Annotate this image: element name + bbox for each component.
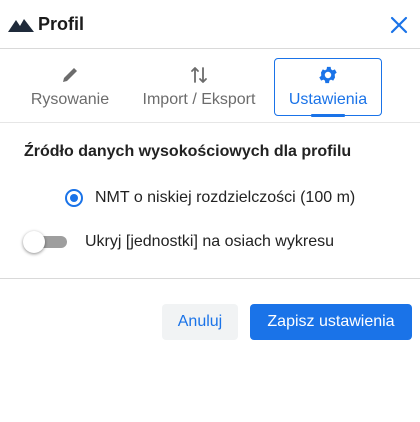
swap-vertical-icon	[130, 64, 268, 86]
tabs-divider	[0, 122, 420, 123]
tab-bar: Rysowanie Import / Eksport Ustawienia	[0, 58, 420, 116]
header-divider	[0, 48, 420, 49]
tab-settings-label: Ustawienia	[288, 91, 368, 108]
tab-settings[interactable]: Ustawienia	[274, 58, 382, 116]
radio-button-checked[interactable]	[65, 189, 83, 207]
panel-title: Profil	[38, 14, 85, 34]
active-tab-indicator	[311, 114, 345, 117]
section-title: Źródło danych wysokościowych dla profilu	[24, 143, 352, 160]
close-icon[interactable]	[387, 13, 411, 37]
gear-icon	[275, 64, 381, 86]
footer-divider	[0, 278, 420, 279]
tab-import-export[interactable]: Import / Eksport	[130, 58, 268, 116]
hide-units-toggle[interactable]	[23, 231, 67, 253]
dem-source-option[interactable]: NMT o niskiej rozdzielczości (100 m)	[65, 187, 355, 209]
toggle-label: Ukryj [jednostki] na osiach wykresu	[85, 233, 334, 250]
toggle-thumb	[23, 231, 45, 253]
radio-label: NMT o niskiej rozdzielczości (100 m)	[95, 189, 356, 206]
mountain-icon	[8, 16, 34, 32]
save-settings-button[interactable]: Zapisz ustawienia	[250, 304, 412, 340]
panel-header: Profil	[0, 0, 420, 48]
cancel-button[interactable]: Anuluj	[162, 304, 238, 340]
hide-units-setting: Ukryj [jednostki] na osiach wykresu	[23, 230, 334, 254]
tab-draw[interactable]: Rysowanie	[20, 58, 120, 116]
tab-draw-label: Rysowanie	[30, 91, 110, 108]
tab-import-export-label: Import / Eksport	[142, 91, 256, 108]
pencil-icon	[20, 64, 120, 86]
